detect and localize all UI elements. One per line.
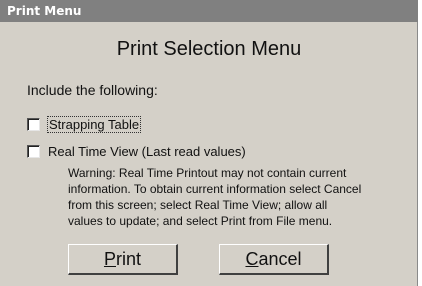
warning-line: information. To obtain current informati… <box>68 182 362 196</box>
option-real-time-view[interactable]: Real Time View (Last read values) <box>27 144 246 159</box>
strapping-table-label[interactable]: Strapping Table <box>46 116 142 133</box>
print-button[interactable]: Print <box>68 244 178 275</box>
cancel-button-label: ancel <box>258 248 302 269</box>
warning-text: Warning: Real Time Printout may not cont… <box>68 165 362 229</box>
warning-line: Warning: Real Time Printout may not cont… <box>68 166 347 180</box>
real-time-view-checkbox[interactable] <box>27 145 40 158</box>
window-title: Print Menu <box>0 0 418 22</box>
print-mnemonic: P <box>103 248 116 269</box>
warning-line: from this screen; select Real Time View;… <box>68 198 328 212</box>
real-time-view-label[interactable]: Real Time View (Last read values) <box>48 144 246 159</box>
option-strapping-table[interactable]: Strapping Table <box>27 116 142 133</box>
strapping-table-checkbox[interactable] <box>27 118 40 131</box>
print-button-label: rint <box>116 248 142 269</box>
print-menu-window: Print Menu Print Selection Menu Include … <box>0 0 418 286</box>
cancel-mnemonic: C <box>245 248 259 269</box>
cancel-button[interactable]: Cancel <box>219 244 329 275</box>
warning-line: values to update; and select Print from … <box>68 214 333 228</box>
include-label: Include the following: <box>27 82 158 98</box>
dialog-heading: Print Selection Menu <box>116 38 302 60</box>
